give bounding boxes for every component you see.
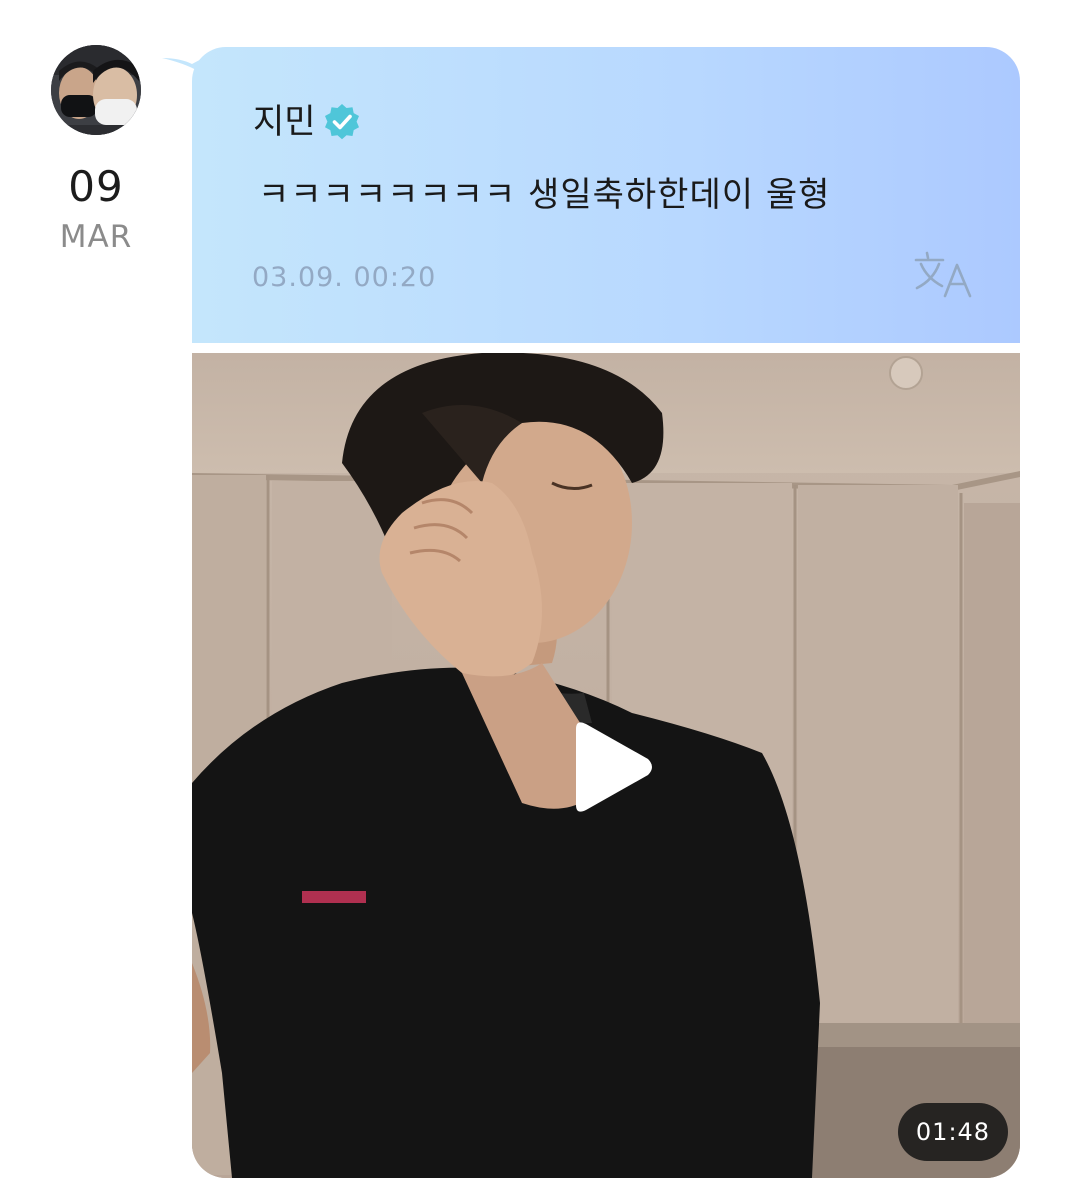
sender-header: 지민 [253,97,362,147]
post-date-day: 09 [68,162,124,211]
translate-icon[interactable] [913,250,975,300]
sender-name: 지민 [253,102,316,142]
message-text: ㅋㅋㅋㅋㅋㅋㅋㅋ 생일축하한데이 울형 [258,175,831,215]
post-date-month: MAR [59,219,133,255]
verified-badge-icon [324,104,359,140]
play-icon[interactable] [560,719,656,815]
video-attachment[interactable]: 01:48 [192,353,1020,1178]
message-timestamp: 03.09. 00:20 [252,262,437,293]
avatar-photo [51,45,141,135]
sender-avatar[interactable] [51,45,141,135]
video-duration-badge: 01:48 [898,1103,1008,1161]
